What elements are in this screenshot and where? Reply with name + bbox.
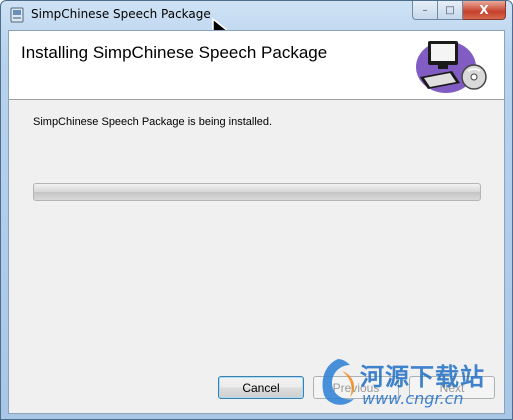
title-bar[interactable]: SimpChinese Speech Package – □ X (1, 1, 512, 29)
watermark-logo-icon (322, 359, 355, 405)
caption-buttons: – □ X (412, 1, 506, 21)
window-title: SimpChinese Speech Package (31, 7, 211, 21)
watermark-text: 河源下载站 (360, 363, 485, 391)
banner: Installing SimpChinese Speech Package (9, 31, 504, 100)
close-icon: X (479, 3, 489, 17)
maximize-icon: □ (445, 4, 455, 16)
install-status-text: SimpChinese Speech Package is being inst… (33, 116, 273, 128)
maximize-button[interactable]: □ (438, 1, 463, 20)
watermark-url: www.cngr.cn (362, 389, 464, 408)
minimize-icon: – (422, 4, 428, 16)
install-progress-bar (33, 183, 481, 201)
installer-app-icon (10, 7, 24, 23)
installer-window: SimpChinese Speech Package – □ X Install… (0, 0, 513, 420)
minimize-button[interactable]: – (412, 1, 438, 20)
cancel-button[interactable]: Cancel (218, 376, 304, 399)
close-button[interactable]: X (463, 1, 506, 20)
banner-title: Installing SimpChinese Speech Package (21, 43, 328, 62)
site-watermark: 河源下载站 www.cngr.cn (308, 351, 508, 417)
computer-with-cd-icon (416, 41, 487, 93)
